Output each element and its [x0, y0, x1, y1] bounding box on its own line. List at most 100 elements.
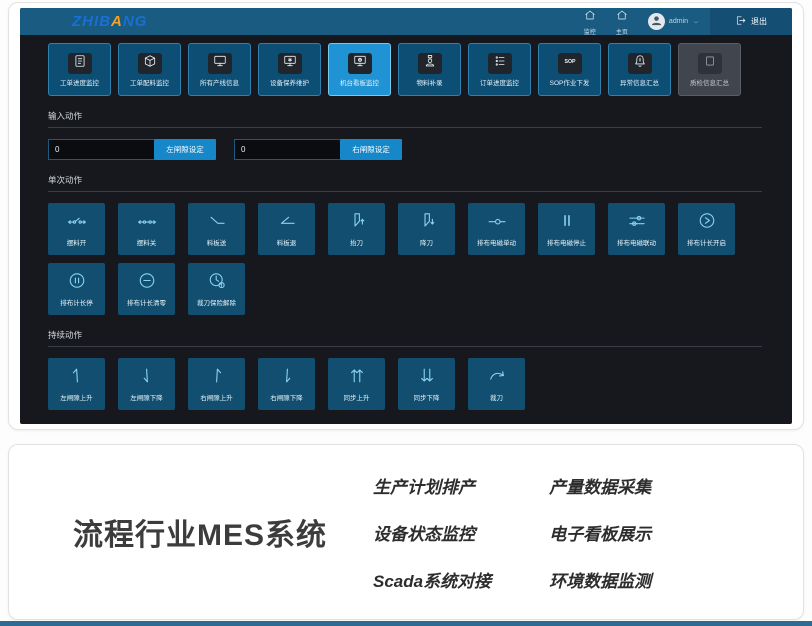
action-button-降刀[interactable]: 降刀: [398, 203, 455, 255]
arrow-down-left-icon: [135, 366, 159, 388]
tile-label: 设备保养维护: [270, 77, 309, 87]
feature-column-1: 生产计划排产设备状态监控Scada系统对接: [373, 473, 491, 592]
input-actions-header: 输入动作: [48, 110, 762, 128]
single-actions-header: 单次动作: [48, 174, 762, 192]
action-button-label: 同步下降: [414, 392, 440, 402]
tile-异常信息汇总[interactable]: 异常信息汇总: [608, 43, 671, 96]
action-button-摆料开[interactable]: 摆料开: [48, 203, 105, 255]
action-button-摆料关[interactable]: 摆料关: [118, 203, 175, 255]
list-icon: [493, 54, 507, 73]
tile-label: 质检信息汇总: [690, 77, 729, 87]
arrow-up-right-icon: [205, 366, 229, 388]
sop-icon: SOP: [563, 54, 577, 73]
action-button-料板送[interactable]: 料板送: [188, 203, 245, 255]
tile-label: 机台看板监控: [340, 77, 379, 87]
switch-open-icon: [65, 211, 89, 233]
nav-item-2[interactable]: 主页: [616, 8, 628, 36]
tile-物料补录[interactable]: 物料补录: [398, 43, 461, 96]
action-button-label: 排布计长清零: [127, 297, 166, 307]
app-screenshot-card: ZHIBANG 监控主页 admin 退出 工单进度监控工单配料监控 所有产线信息…: [8, 2, 804, 430]
tile-机台看板监控[interactable]: 机台看板监控: [328, 43, 391, 96]
home-icon: [584, 8, 596, 26]
continuous-actions-row: 左闸隙上升 左闸隙下降右闸隙上升右闸隙下降 同步上升 同步下降 裁刀: [48, 358, 762, 410]
tile-label: 订单进度监控: [480, 77, 519, 87]
curve-arrow-right-icon: [485, 366, 509, 388]
action-button-label: 摆料开: [67, 237, 87, 247]
action-button-label: 排布电磁停止: [547, 237, 586, 247]
tile-SOP作业下发[interactable]: SOPSOP作业下发: [538, 43, 601, 96]
module-tiles-row: 工单进度监控工单配料监控 所有产线信息 设备保养维护 机台看板监控 物料补录订单进度监控…: [48, 43, 762, 96]
tile-icon-box: [418, 53, 442, 74]
double-arrow-down-icon: [415, 366, 439, 388]
action-button-排布电磁联动[interactable]: 排布电磁联动: [608, 203, 665, 255]
action-button-排布电磁单动[interactable]: 排布电磁单动: [468, 203, 525, 255]
action-button-label: 裁刀保险解除: [197, 297, 236, 307]
gap-value-input-1[interactable]: [48, 139, 154, 160]
action-button-裁刀[interactable]: 裁刀: [468, 358, 525, 410]
tile-工单配料监控[interactable]: 工单配料监控: [118, 43, 181, 96]
line-circle-icon: [485, 211, 509, 233]
angle-right-icon: [205, 211, 229, 233]
action-button-左闸隙上升[interactable]: 左闸隙上升: [48, 358, 105, 410]
box-icon: [143, 54, 157, 73]
action-button-左闸隙下降[interactable]: 左闸隙下降: [118, 358, 175, 410]
switch-closed-icon: [135, 211, 159, 233]
action-button-同步下降[interactable]: 同步下降: [398, 358, 455, 410]
topbar-right: 监控主页 admin 退出: [584, 8, 792, 35]
action-button-右闸隙下降[interactable]: 右闸隙下降: [258, 358, 315, 410]
action-button-排布计长开启[interactable]: 排布计长开启: [678, 203, 735, 255]
set-button-右闸隙设定[interactable]: 右闸隙设定: [340, 139, 402, 160]
action-button-裁刀保险解除[interactable]: 裁刀保险解除: [188, 263, 245, 315]
gap-value-input-2[interactable]: [234, 139, 340, 160]
action-button-label: 料板送: [207, 237, 227, 247]
action-button-label: 右闸隙下降: [270, 392, 303, 402]
tile-设备保养维护[interactable]: 设备保养维护: [258, 43, 321, 96]
avatar: [648, 13, 665, 30]
tile-订单进度监控[interactable]: 订单进度监控: [468, 43, 531, 96]
gap-input-group-1: 左闸隙设定: [48, 139, 216, 160]
action-button-排布计长清零[interactable]: 排布计长清零: [118, 263, 175, 315]
bottom-strip: [0, 621, 812, 626]
square-icon: [703, 54, 717, 73]
tile-icon-box: SOP: [558, 53, 582, 74]
user-name: admin: [669, 18, 688, 25]
action-button-同步上升[interactable]: 同步上升: [328, 358, 385, 410]
tile-icon-box: [348, 53, 372, 74]
sliders-icon: [625, 211, 649, 233]
knife-up-icon: [345, 211, 369, 233]
action-button-label: 摆料关: [137, 237, 157, 247]
action-button-排布电磁停止[interactable]: 排布电磁停止: [538, 203, 595, 255]
action-button-抬刀[interactable]: 抬刀: [328, 203, 385, 255]
action-button-料板退[interactable]: 料板退: [258, 203, 315, 255]
logout-label: 退出: [751, 16, 767, 27]
logout-button[interactable]: 退出: [710, 8, 792, 35]
user-menu[interactable]: admin: [648, 13, 700, 31]
set-button-左闸隙设定[interactable]: 左闸隙设定: [154, 139, 216, 160]
tile-label: 所有产线信息: [200, 77, 239, 87]
tile-质检信息汇总: 质检信息汇总: [678, 43, 741, 96]
feature-list: 生产计划排产设备状态监控Scada系统对接 产量数据采集电子看板展示环境数据监测: [373, 473, 651, 592]
tile-label: 工单配料监控: [130, 77, 169, 87]
feature-item: 产量数据采集: [549, 473, 651, 498]
action-button-label: 左闸隙上升: [60, 392, 93, 402]
zhibang-logo: ZHIBANG: [72, 13, 147, 30]
angle-left-icon: [275, 211, 299, 233]
feature-item: 电子看板展示: [549, 520, 651, 545]
monitor-camera-icon: [353, 54, 367, 73]
action-button-label: 料板退: [277, 237, 297, 247]
pause-circle-icon: [65, 271, 89, 293]
chevron-down-icon: [692, 13, 700, 31]
tile-所有产线信息[interactable]: 所有产线信息: [188, 43, 251, 96]
tile-工单进度监控[interactable]: 工单进度监控: [48, 43, 111, 96]
action-button-排布计长停[interactable]: 排布计长停: [48, 263, 105, 315]
input-actions-row: 左闸隙设定 右闸隙设定: [48, 139, 762, 160]
action-button-右闸隙上升[interactable]: 右闸隙上升: [188, 358, 245, 410]
tile-icon-box: [68, 53, 92, 74]
monitor-icon: [213, 54, 227, 73]
action-button-label: 同步上升: [344, 392, 370, 402]
gap-input-group-2: 右闸隙设定: [234, 139, 402, 160]
action-button-label: 排布电磁单动: [477, 237, 516, 247]
action-button-label: 抬刀: [350, 237, 363, 247]
nav-item-1[interactable]: 监控: [584, 8, 596, 36]
topbar-nav: 监控主页: [584, 8, 648, 36]
